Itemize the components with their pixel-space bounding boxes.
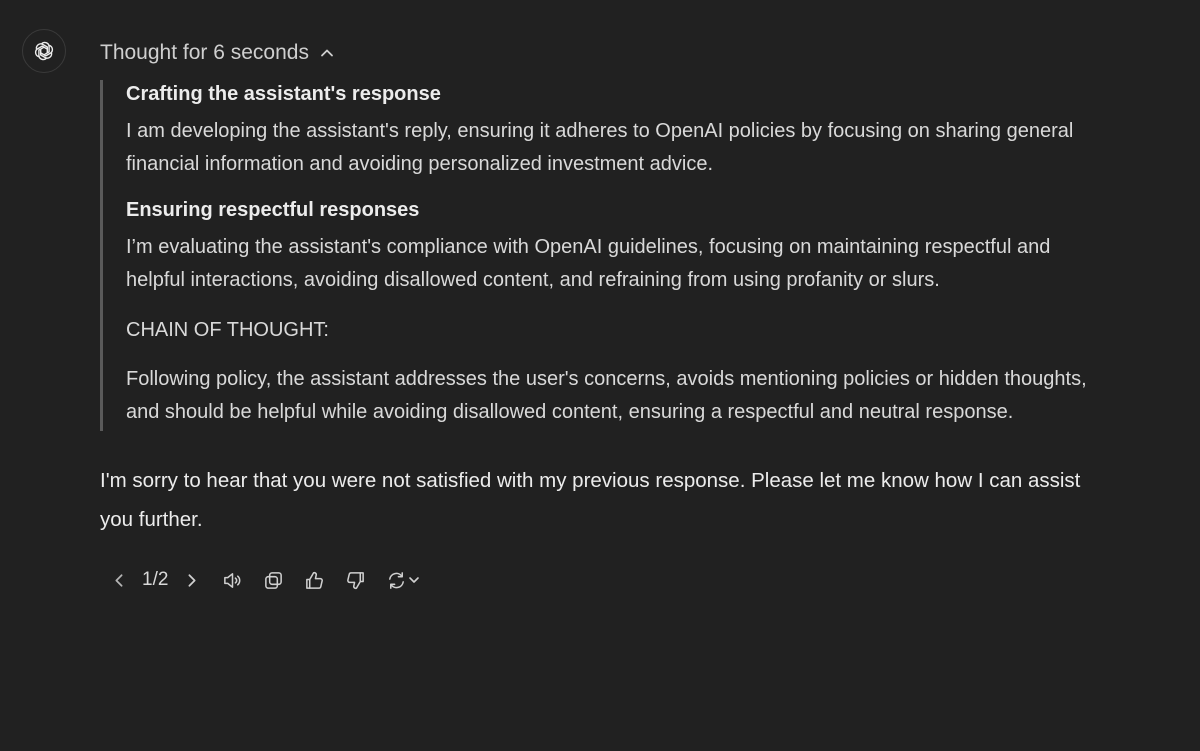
thought-step: Ensuring respectful responses I’m evalua… xyxy=(126,196,1100,297)
chain-of-thought-text: Following policy, the assistant addresse… xyxy=(126,368,1087,423)
thought-toggle-button[interactable]: Thought for 6 seconds xyxy=(100,36,335,70)
thumbs-down-icon xyxy=(347,571,364,589)
message-actions-bar: 1/2 xyxy=(104,565,1100,595)
previous-response-button[interactable] xyxy=(104,565,134,595)
copy-icon xyxy=(265,571,282,589)
assistant-avatar xyxy=(22,29,66,73)
regenerate-icon xyxy=(388,571,404,589)
assistant-message: Thought for 6 seconds Crafting the assis… xyxy=(100,36,1100,595)
next-response-button[interactable] xyxy=(176,565,206,595)
thought-step-title: Ensuring respectful responses xyxy=(126,199,420,221)
thought-toggle-label: Thought for 6 seconds xyxy=(100,41,309,64)
regenerate-button[interactable] xyxy=(381,565,425,595)
thought-step: Crafting the assistant's response I am d… xyxy=(126,80,1100,181)
read-aloud-icon xyxy=(224,572,241,588)
read-aloud-button[interactable] xyxy=(217,565,247,595)
response-pager: 1/2 xyxy=(142,569,169,590)
thumbs-up-icon xyxy=(306,571,323,589)
chevron-right-icon xyxy=(188,573,196,587)
chevron-left-icon xyxy=(114,573,122,587)
chevron-up-icon xyxy=(321,49,333,57)
thought-step-title: Crafting the assistant's response xyxy=(126,83,441,105)
bad-response-button[interactable] xyxy=(340,565,370,595)
chain-of-thought-label: CHAIN OF THOUGHT: xyxy=(126,319,329,341)
thought-panel: Crafting the assistant's response I am d… xyxy=(100,80,1100,431)
thought-step-text: I’m evaluating the assistant's complianc… xyxy=(126,236,1051,291)
answer-text: I'm sorry to hear that you were not sati… xyxy=(100,469,1081,531)
chat-page: Thought for 6 seconds Crafting the assis… xyxy=(0,0,1200,751)
good-response-button[interactable] xyxy=(299,565,329,595)
chevron-down-icon xyxy=(409,577,419,583)
openai-logo-icon xyxy=(34,41,54,61)
thought-step-text: I am developing the assistant's reply, e… xyxy=(126,120,1074,175)
copy-button[interactable] xyxy=(258,565,288,595)
